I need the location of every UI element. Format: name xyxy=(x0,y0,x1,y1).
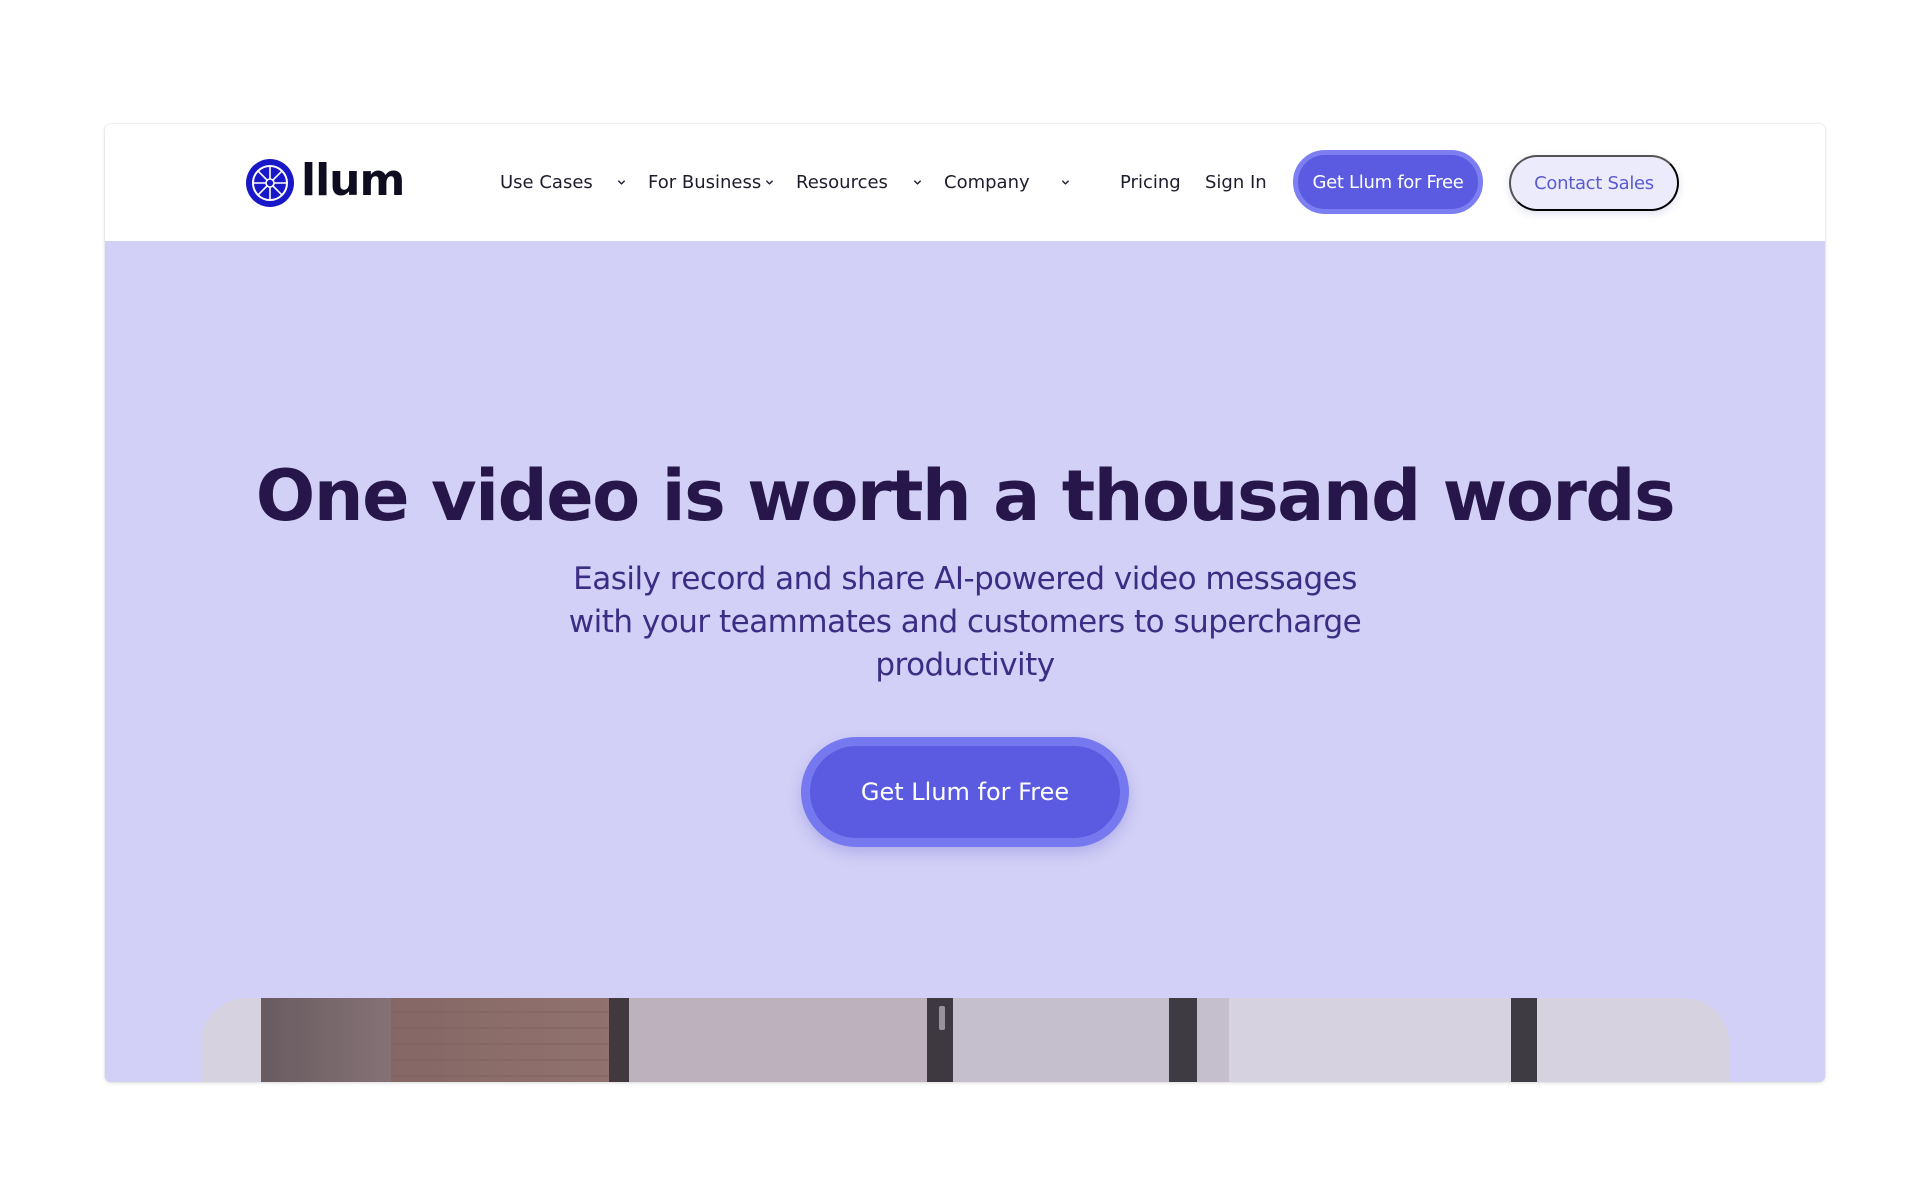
aperture-icon xyxy=(246,159,294,207)
chevron-down-icon[interactable] xyxy=(764,124,775,241)
nav-use-cases[interactable]: Use Cases xyxy=(500,124,593,241)
chevron-down-icon[interactable] xyxy=(616,124,627,241)
logo-text: llum xyxy=(301,155,405,206)
video-preview-image xyxy=(201,998,1729,1082)
nav-pricing[interactable]: Pricing xyxy=(1120,124,1181,241)
hero-subtitle: Easily record and share AI-powered video… xyxy=(568,561,1362,683)
hero-title: One video is worth a thousand words xyxy=(255,455,1676,537)
nav-company[interactable]: Company xyxy=(944,124,1030,241)
chevron-down-icon[interactable] xyxy=(912,124,923,241)
nav-resources[interactable]: Resources xyxy=(796,124,888,241)
contact-sales-button[interactable]: Contact Sales xyxy=(1509,155,1679,211)
get-llum-free-hero-button[interactable]: Get Llum for Free xyxy=(801,737,1129,847)
get-llum-free-nav-button[interactable]: Get Llum for Free xyxy=(1293,150,1483,214)
logo-link[interactable]: llum xyxy=(245,155,405,208)
chevron-down-icon[interactable] xyxy=(1060,124,1071,241)
page-frame: llum Use Cases For Business Resources Co… xyxy=(105,124,1825,1082)
hero-video-preview[interactable] xyxy=(201,998,1729,1082)
navbar: llum Use Cases For Business Resources Co… xyxy=(105,124,1825,241)
nav-sign-in[interactable]: Sign In xyxy=(1205,124,1267,241)
nav-for-business[interactable]: For Business xyxy=(648,124,761,241)
